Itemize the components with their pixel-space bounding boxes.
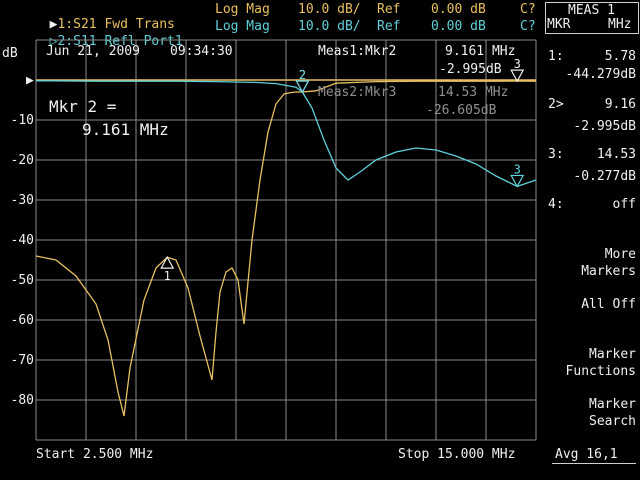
y-tick-label: -50 bbox=[10, 273, 34, 288]
softkey-line: Marker bbox=[589, 347, 636, 362]
more-markers-softkey[interactable]: More Markers bbox=[540, 246, 636, 280]
y-tick-label: -10 bbox=[10, 113, 34, 128]
marker-3-freq: 14.53 bbox=[596, 147, 636, 162]
marker-3-number: 3 bbox=[514, 57, 521, 71]
y-tick-label: -40 bbox=[10, 233, 34, 248]
marker-1-value: -44.279dB bbox=[565, 67, 636, 82]
marker-1-id[interactable]: 1: bbox=[548, 49, 564, 64]
marker-2-freq: 9.16 bbox=[604, 97, 636, 112]
marker-4-id[interactable]: 4: bbox=[548, 197, 564, 212]
meas2-label: Meas2:Mkr3 bbox=[318, 85, 397, 100]
date-stamp: Jun 21, 2009 bbox=[46, 44, 140, 59]
ref-level-arrow-icon[interactable]: ▶ bbox=[26, 73, 34, 88]
marker-2-id[interactable]: 2> bbox=[548, 97, 564, 112]
softkey-line: Marker bbox=[589, 397, 636, 412]
marker-3-value: -0.277dB bbox=[573, 169, 636, 184]
marker-2-value: -2.995dB bbox=[573, 119, 636, 134]
meas1-value: -2.995dB bbox=[439, 62, 502, 77]
marker-2-number: 2 bbox=[299, 68, 306, 82]
marker-2-triangle bbox=[295, 80, 310, 94]
all-off-softkey[interactable]: All Off bbox=[540, 296, 636, 313]
marker-3-number: 3 bbox=[514, 162, 521, 176]
marker-4-freq: off bbox=[612, 197, 636, 212]
avg-status: Avg 16,1 bbox=[555, 447, 618, 462]
active-marker-label: Mkr 2 = bbox=[49, 97, 117, 116]
softkey-line: Functions bbox=[565, 364, 636, 379]
marker-1-freq: 5.78 bbox=[604, 49, 636, 64]
meas2-freq: 14.53 MHz bbox=[438, 85, 509, 100]
softkey-line: Search bbox=[589, 414, 636, 429]
y-tick-label: -20 bbox=[10, 153, 34, 168]
y-unit-label: dB bbox=[2, 46, 18, 61]
marker-search-softkey[interactable]: Marker Search bbox=[540, 396, 636, 430]
softkey-line: More bbox=[604, 247, 636, 262]
marker-functions-softkey[interactable]: Marker Functions bbox=[540, 346, 636, 380]
meas1-label: Meas1:Mkr2 bbox=[318, 44, 397, 59]
y-tick-label: -80 bbox=[10, 393, 34, 408]
marker-2-triangle bbox=[295, 80, 310, 94]
marker-3-id[interactable]: 3: bbox=[548, 147, 564, 162]
avg-divider bbox=[552, 463, 636, 464]
start-frequency[interactable]: Start 2.500 MHz bbox=[36, 447, 153, 462]
time-stamp: 09:34:30 bbox=[170, 44, 233, 59]
softkey-line: Off bbox=[612, 297, 636, 312]
softkey-line: All bbox=[581, 297, 605, 312]
active-marker-value: 9.161 MHz bbox=[82, 120, 169, 139]
stop-frequency[interactable]: Stop 15.000 MHz bbox=[398, 447, 515, 462]
y-tick-label: -60 bbox=[10, 313, 34, 328]
y-tick-label: -30 bbox=[10, 193, 34, 208]
softkey-line: Markers bbox=[581, 264, 636, 279]
meas2-value: -26.605dB bbox=[426, 103, 497, 118]
y-tick-label: -70 bbox=[10, 353, 34, 368]
meas1-freq: 9.161 MHz bbox=[445, 44, 516, 59]
marker-1-number: 1 bbox=[164, 269, 171, 283]
